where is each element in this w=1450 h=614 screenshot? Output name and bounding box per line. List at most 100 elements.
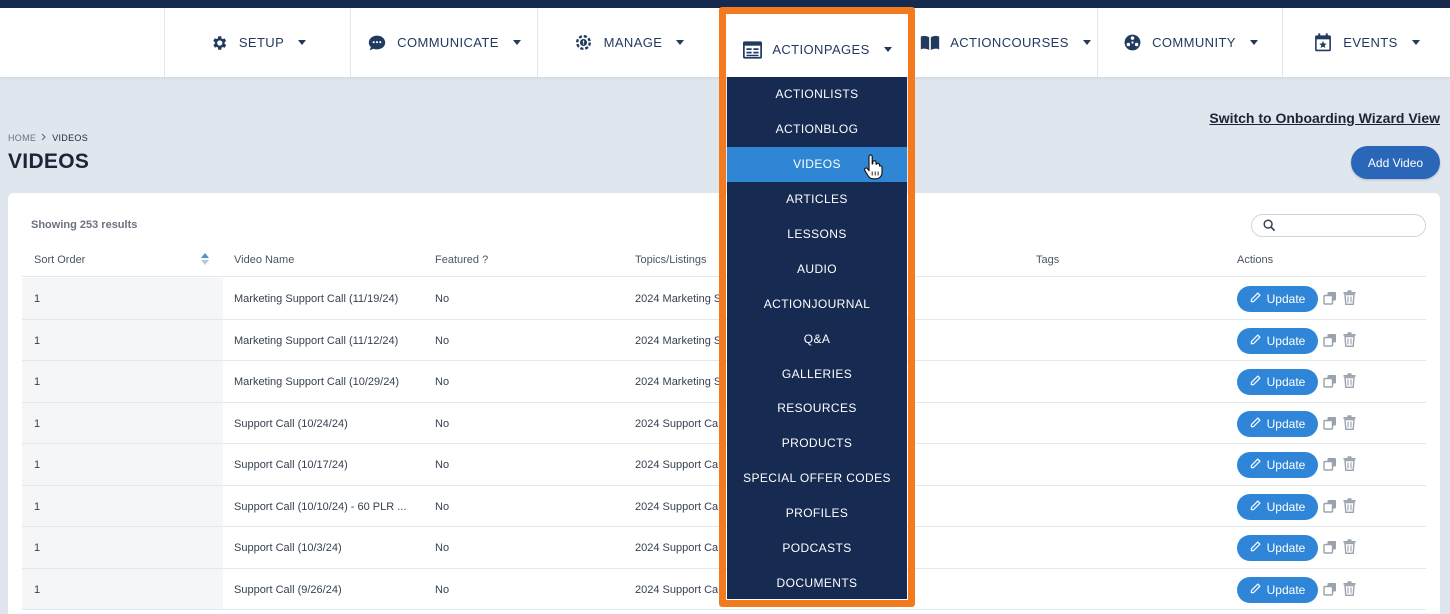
trash-icon[interactable] [1343, 290, 1356, 310]
dropdown-item[interactable]: ARTICLES [727, 182, 907, 217]
dropdown-item[interactable]: SPECIAL OFFER CODES [727, 461, 907, 496]
update-button[interactable]: Update [1237, 410, 1318, 437]
pencil-icon [1250, 583, 1261, 597]
nav-actioncourses[interactable]: ACTIONCOURSES [913, 8, 1097, 77]
breadcrumb-home[interactable]: HOME [8, 133, 36, 143]
caret-down-icon [512, 40, 521, 45]
dropdown-item[interactable]: ACTIONBLOG [727, 112, 907, 147]
nav-events[interactable]: EVENTS [1282, 8, 1450, 77]
sort-order-cell: 1 [34, 542, 41, 554]
pencil-icon [1250, 375, 1261, 389]
video-name-cell: Marketing Support Call (11/19/24) [234, 293, 399, 305]
dropdown-item[interactable]: ACTIONJOURNAL [727, 286, 907, 321]
dropdown-item[interactable]: LESSONS [727, 217, 907, 252]
nav-label: COMMUNICATE [397, 35, 499, 50]
col-sort-order[interactable]: Sort Order [34, 254, 85, 266]
search-input[interactable] [1251, 214, 1426, 237]
featured-cell: No [435, 334, 450, 347]
dropdown-item[interactable]: PROFILES [727, 496, 907, 531]
update-label: Update [1266, 416, 1306, 431]
sort-order-cell-bg [22, 278, 223, 319]
nav-communicate[interactable]: COMMUNICATE [350, 8, 537, 77]
sort-order-cell: 1 [34, 583, 41, 596]
breadcrumb-current: VIDEOS [52, 133, 89, 143]
dropdown-item[interactable]: Q&A [727, 321, 907, 356]
col-video-name[interactable]: Video Name [234, 254, 294, 266]
copy-icon[interactable] [1323, 582, 1337, 601]
nav-manage[interactable]: MANAGE [537, 8, 720, 77]
sort-icon[interactable] [200, 252, 210, 271]
onboarding-wizard-link[interactable]: Switch to Onboarding Wizard View [1209, 110, 1440, 126]
community-circle-icon [1122, 33, 1142, 53]
nav-setup[interactable]: SETUP [164, 8, 350, 77]
table-row: 1 Support Call (10/10/24) - 60 PLR ... No 2… [22, 485, 1426, 527]
breadcrumb: HOME VIDEOS [8, 133, 88, 143]
sort-order-cell-bg [22, 485, 223, 526]
main-nav: SETUP COMMUNICATE MANAGE ACTIONCOURSES C… [0, 8, 1450, 77]
dropdown-item[interactable]: ACTIONLISTS [727, 77, 907, 112]
sort-order-cell: 1 [34, 500, 41, 513]
video-name-cell: Support Call (9/26/24) [234, 583, 342, 596]
pencil-icon [1250, 417, 1261, 431]
trash-icon[interactable] [1343, 580, 1356, 601]
dropdown-item[interactable]: PODCASTS [727, 531, 907, 566]
update-label: Update [1266, 582, 1306, 597]
nav-label: EVENTS [1343, 35, 1398, 50]
dropdown-item[interactable]: PRODUCTS [727, 426, 907, 461]
add-video-button[interactable]: Add Video [1351, 146, 1440, 179]
update-button[interactable]: Update [1237, 286, 1318, 312]
table-row: 1 Support Call (10/24/24) No 2024 Support C… [22, 402, 1426, 444]
copy-icon[interactable] [1323, 499, 1337, 518]
update-button[interactable]: Update [1237, 327, 1318, 354]
sort-order-cell: 1 [34, 459, 41, 471]
copy-icon[interactable] [1323, 333, 1337, 352]
hand-cursor-icon [863, 154, 883, 185]
col-tags[interactable]: Tags [1036, 254, 1059, 266]
sort-order-cell-bg [22, 319, 223, 360]
update-button[interactable]: Update [1237, 535, 1318, 561]
update-label: Update [1266, 375, 1306, 389]
pencil-icon [1250, 458, 1261, 472]
dropdown-item[interactable]: AUDIO [727, 251, 907, 286]
table-row: 1 Support Call (10/17/24) No 2024 Support C… [22, 444, 1426, 486]
featured-cell: No [435, 542, 450, 554]
trash-icon[interactable] [1343, 456, 1356, 476]
update-button[interactable]: Update [1237, 493, 1318, 520]
update-label: Update [1266, 333, 1306, 348]
trash-icon[interactable] [1343, 497, 1356, 518]
trash-icon[interactable] [1343, 414, 1356, 435]
caret-down-icon [1249, 40, 1258, 45]
col-topics[interactable]: Topics/Listings [635, 254, 707, 266]
pencil-icon [1250, 334, 1261, 348]
col-featured[interactable]: Featured ? [435, 254, 488, 266]
sort-order-cell-bg [22, 568, 223, 609]
update-button[interactable]: Update [1237, 369, 1318, 395]
caret-down-icon [1411, 40, 1420, 45]
sort-order-cell-bg [22, 402, 223, 443]
dropdown-item[interactable]: RESOURCES [727, 391, 907, 426]
update-button[interactable]: Update [1237, 452, 1318, 478]
copy-icon[interactable] [1323, 416, 1337, 435]
featured-cell: No [435, 459, 450, 471]
book-open-icon [920, 33, 940, 53]
sort-order-cell-bg [22, 527, 223, 568]
nav-actionpages[interactable]: ACTIONPAGES [727, 15, 907, 77]
trash-icon[interactable] [1343, 373, 1356, 393]
dropdown-item[interactable]: DOCUMENTS [727, 565, 907, 600]
nav-community[interactable]: COMMUNITY [1097, 8, 1282, 77]
video-name-cell: Marketing Support Call (11/12/24) [234, 334, 399, 347]
trash-icon[interactable] [1343, 539, 1356, 559]
copy-icon[interactable] [1323, 540, 1337, 559]
update-button[interactable]: Update [1237, 576, 1318, 603]
update-label: Update [1266, 292, 1306, 306]
copy-icon[interactable] [1323, 457, 1337, 476]
nav-actionpages-label-wrap[interactable]: ACTIONPAGES [727, 15, 907, 84]
copy-icon[interactable] [1323, 374, 1337, 393]
dropdown-item[interactable]: GALLERIES [727, 356, 907, 391]
video-name-cell: Marketing Support Call (10/29/24) [234, 376, 400, 388]
trash-icon[interactable] [1343, 331, 1356, 352]
video-name-cell: Support Call (10/17/24) [234, 459, 348, 471]
caret-down-icon [298, 40, 307, 45]
copy-icon[interactable] [1323, 291, 1337, 310]
topics-cell: 2024 Support Ca [635, 583, 719, 596]
